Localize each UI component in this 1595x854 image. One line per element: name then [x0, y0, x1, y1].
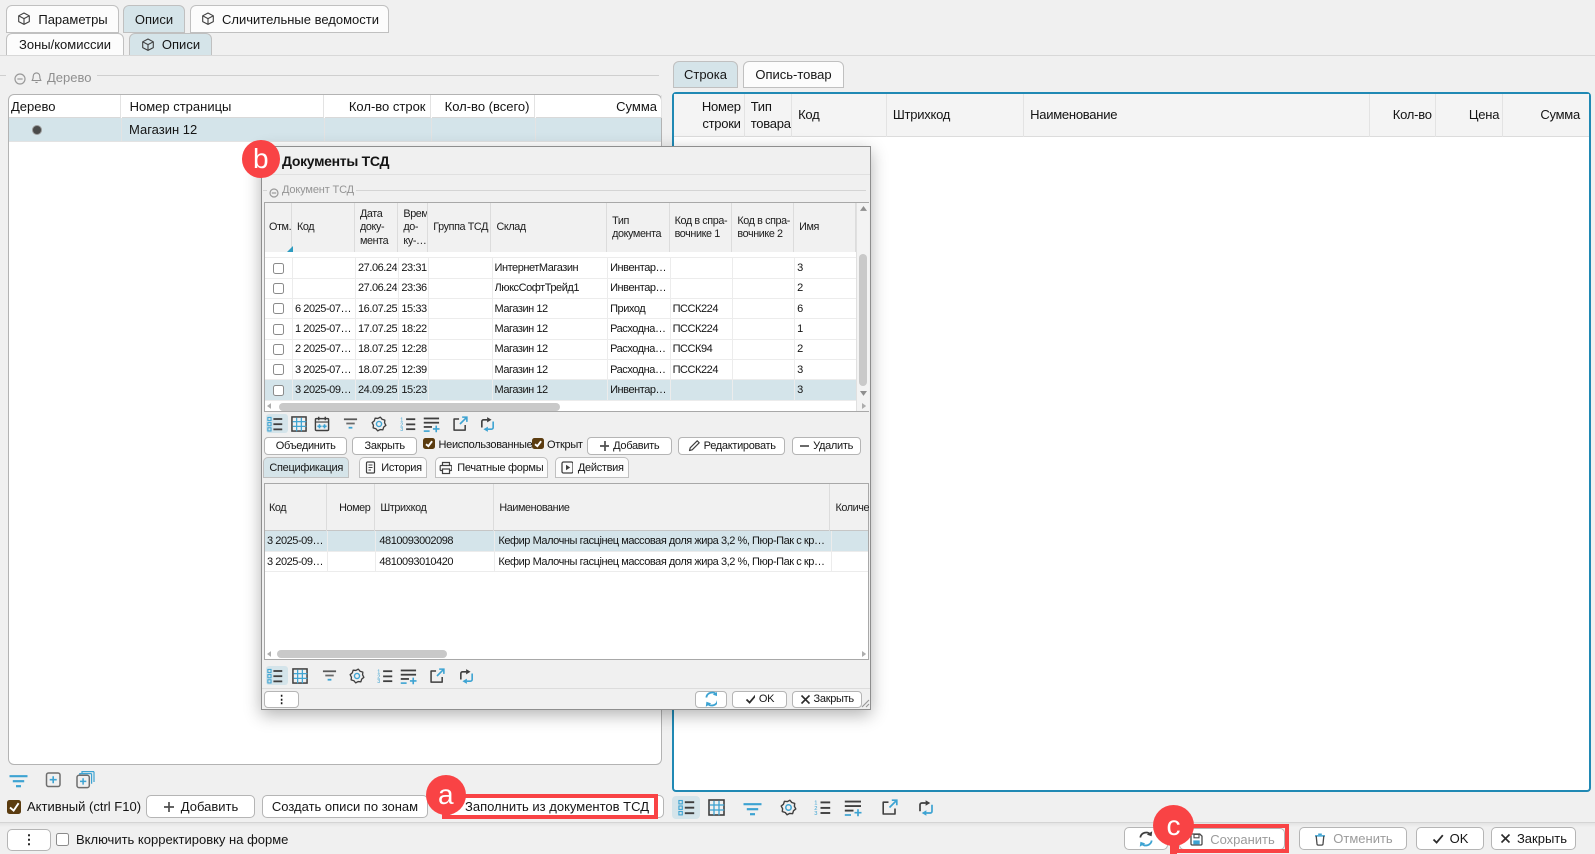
svg-text:3: 3: [814, 811, 817, 816]
svg-text:3: 3: [400, 427, 403, 432]
svg-text:3: 3: [377, 679, 380, 684]
